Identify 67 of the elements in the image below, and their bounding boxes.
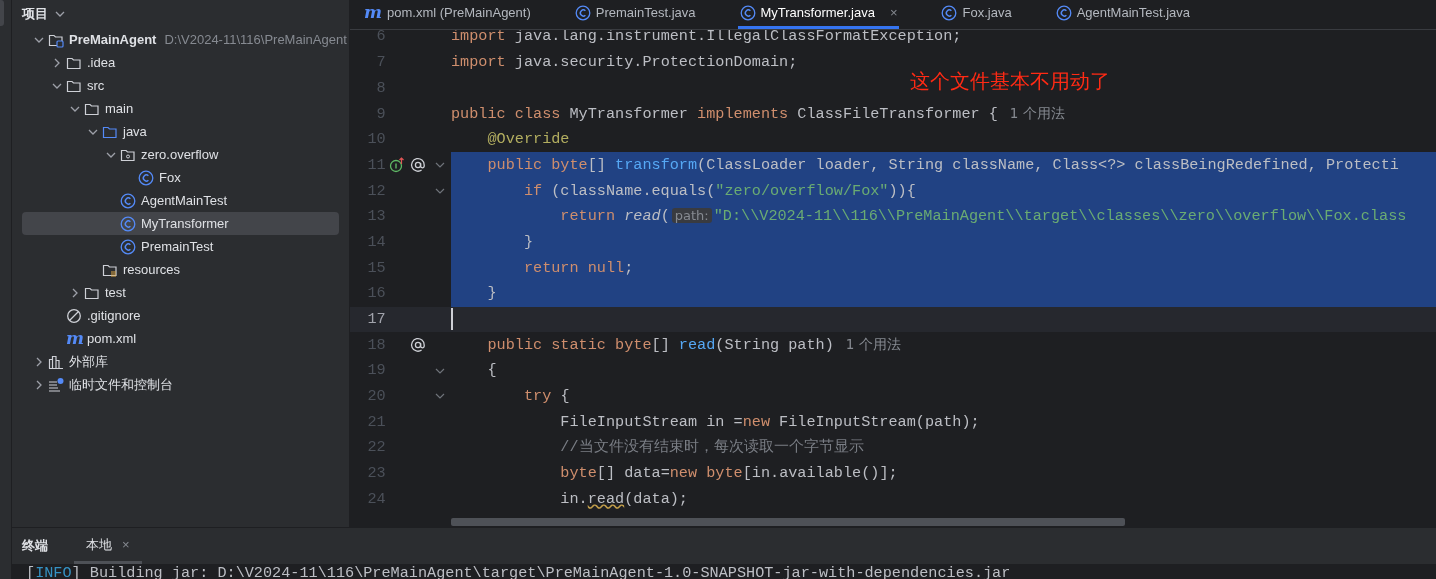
class-icon <box>138 169 154 186</box>
code-line: return null; <box>522 257 634 279</box>
code-line: } <box>486 283 497 305</box>
class-icon <box>941 4 958 21</box>
code-line: public static byte[] read(String path) 1 个用法 <box>486 334 901 356</box>
class-icon <box>574 4 591 21</box>
tree-item[interactable]: .idea <box>22 51 339 74</box>
code-line: FileInputStream in =new FileInputStream(path); <box>559 411 980 433</box>
code-line: try { <box>522 386 570 408</box>
code-line: @Override <box>486 129 570 151</box>
code-line: public byte[] transform(ClassLoader loader, String className, Class<?> classBeingRedefined, Protecti <box>486 154 1399 176</box>
tree-item[interactable]: MyTransformer <box>22 212 339 235</box>
tree-item[interactable]: src <box>22 74 339 97</box>
chevron-right-icon <box>52 57 62 68</box>
tree-item[interactable]: zero.overflow <box>22 143 339 166</box>
tree-item[interactable]: PremainTest <box>22 235 339 258</box>
chevron-right-icon <box>34 379 44 390</box>
tree-item[interactable]: 外部库 <box>22 350 339 373</box>
no-entry-icon <box>66 307 82 324</box>
text-caret <box>451 308 453 331</box>
editor-tab[interactable]: Fox.java <box>939 0 1014 29</box>
tree-item[interactable]: main <box>22 97 339 120</box>
editor-tab[interactable]: AgentMainTest.java <box>1053 0 1193 29</box>
class-icon <box>739 4 756 21</box>
tree-item[interactable]: Fox <box>22 166 339 189</box>
class-icon <box>120 238 136 255</box>
code-line: } <box>522 231 534 253</box>
tree-item[interactable]: m pom.xml <box>22 327 339 350</box>
override-icon <box>388 157 405 174</box>
annotation-note: 这个文件基本不用动了 <box>910 68 1110 95</box>
tree-item[interactable]: 临时文件和控制台 <box>22 373 339 396</box>
code-line: if (className.equals("zero/overflow/Fox")){ <box>522 180 916 202</box>
code-line: byte[] data=new byte[in.available()]; <box>559 463 898 485</box>
editor-tab[interactable]: m pom.xml (PreMainAgent) <box>362 0 533 29</box>
tree-item[interactable]: AgentMainTest <box>22 189 339 212</box>
library-icon <box>48 353 64 370</box>
panel-title[interactable]: 项目 <box>22 4 48 24</box>
close-icon[interactable]: × <box>122 536 130 552</box>
class-icon <box>120 192 136 209</box>
tree-item[interactable]: test <box>22 281 339 304</box>
code-line: import java.security.ProtectionDomain; <box>451 52 798 74</box>
at-sign-icon <box>410 157 427 174</box>
code-comment: //当文件没有结束时，每次读取一个字节显示 <box>559 437 864 459</box>
line-number: 17 <box>366 309 386 330</box>
class-icon <box>120 215 136 232</box>
scrollbar[interactable] <box>451 518 1125 526</box>
code-line: import java.lang.instrument.IllegalClassFormatException; <box>451 30 962 48</box>
code-line: { <box>486 360 497 382</box>
class-icon <box>1055 4 1072 21</box>
tree-item[interactable]: resources <box>22 258 339 281</box>
code-line: in.read(data); <box>559 488 688 510</box>
maven-icon: m <box>66 330 84 347</box>
code-line: return read( path: "D:\\V2024-11\\116\\PreMainAgent\\target\\classes\\zero\\overflow\\Fox.class <box>559 206 1407 228</box>
scratch-icon <box>48 376 64 393</box>
editor-tab[interactable]: MyTransformer.java × <box>737 0 900 29</box>
chevron-right-icon <box>70 287 80 298</box>
maven-icon: m <box>364 4 382 21</box>
chevron-right-icon <box>34 356 44 367</box>
tree-item[interactable]: java <box>22 120 339 143</box>
chevron-down-icon <box>54 9 65 19</box>
at-sign-icon <box>410 337 427 354</box>
panel-title: 终端 <box>22 537 48 556</box>
tree-item[interactable]: .gitignore <box>22 304 339 327</box>
editor-tab[interactable]: PremainTest.java <box>572 0 698 29</box>
close-icon[interactable]: × <box>889 2 898 23</box>
project-path: D:\V2024-11\116\PreMainAgent <box>164 30 347 49</box>
code-line: public class MyTransformer implements ClassFileTransformer { 1 个用法 <box>451 103 1065 125</box>
